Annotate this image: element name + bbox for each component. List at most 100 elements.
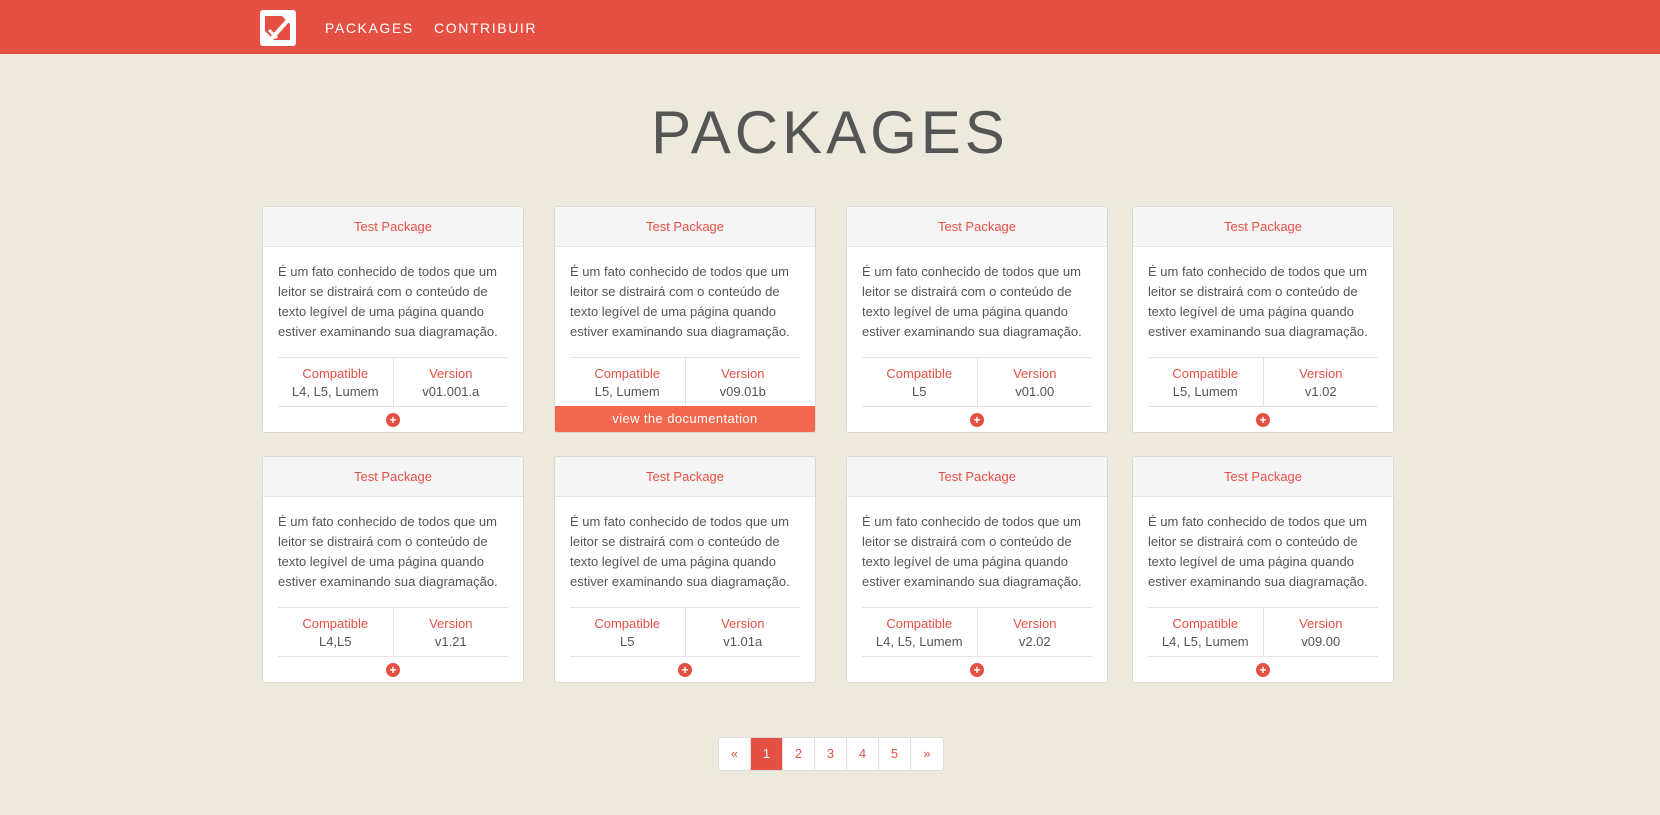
version-column: Version v1.21 [392, 608, 509, 656]
pagination-page[interactable]: 2 [783, 738, 815, 770]
compatible-value: L4, L5, Lumem [291, 384, 379, 399]
top-navbar: PACKAGES CONTRIBUIR [0, 0, 1660, 54]
compatible-label: Compatible [886, 366, 953, 381]
version-column: Version v2.02 [976, 608, 1093, 656]
compatible-column: Compatible L4, L5, Lumem [1148, 608, 1263, 656]
compatible-label: Compatible [302, 366, 369, 381]
pagination: « 1 2 3 4 5 » [718, 737, 944, 771]
expand-plus-icon[interactable]: + [970, 663, 984, 677]
package-title[interactable]: Test Package [555, 207, 815, 247]
package-meta: Compatible L5, Lumem Version v09.01b [570, 357, 800, 407]
version-value: v01.00 [1015, 384, 1055, 399]
compatible-label: Compatible [1172, 616, 1239, 631]
compatible-label: Compatible [302, 616, 369, 631]
package-card[interactable]: Test Package É um fato conhecido de todos… [554, 456, 816, 683]
pagination-page[interactable]: 3 [815, 738, 847, 770]
version-value: v01.001.a [422, 384, 480, 399]
version-value: v09.01b [719, 384, 766, 399]
version-label: Version [1013, 616, 1057, 631]
package-title[interactable]: Test Package [1133, 457, 1393, 497]
version-value: v1.01a [723, 634, 763, 649]
version-column: Version v01.001.a [392, 358, 509, 406]
version-value: v1.21 [434, 634, 467, 649]
package-card[interactable]: Test Package É um fato conhecido de todos… [262, 456, 524, 683]
package-description: É um fato conhecido de todos que um leit… [862, 514, 1082, 589]
package-title[interactable]: Test Package [1133, 207, 1393, 247]
package-card[interactable]: Test Package É um fato conhecido de todos… [262, 206, 524, 433]
expand-plus-icon[interactable]: + [386, 663, 400, 677]
package-description: É um fato conhecido de todos que um leit… [570, 514, 790, 589]
compatible-value: L5 [620, 634, 635, 649]
logo-icon[interactable] [260, 10, 296, 46]
expand-plus-icon[interactable]: + [386, 413, 400, 427]
version-column: Version v09.00 [1262, 608, 1379, 656]
compatible-column: Compatible L4, L5, Lumem [278, 358, 393, 406]
package-meta: Compatible L4, L5, Lumem Version v2.02 [862, 607, 1092, 657]
compatible-label: Compatible [886, 616, 953, 631]
version-value: v1.02 [1304, 384, 1337, 399]
pagination-page[interactable]: 5 [879, 738, 911, 770]
package-title[interactable]: Test Package [847, 207, 1107, 247]
version-label: Version [721, 366, 765, 381]
package-card[interactable]: Test Package É um fato conhecido de todos… [846, 456, 1108, 683]
package-card[interactable]: Test Package É um fato conhecido de todos… [554, 206, 816, 433]
version-label: Version [1299, 616, 1343, 631]
version-column: Version v09.01b [684, 358, 801, 406]
compatible-label: Compatible [594, 366, 661, 381]
version-column: Version v1.02 [1262, 358, 1379, 406]
pagination-page[interactable]: 4 [847, 738, 879, 770]
package-meta: Compatible L5, Lumem Version v1.02 [1148, 357, 1378, 407]
package-title[interactable]: Test Package [555, 457, 815, 497]
expand-plus-icon[interactable]: + [1256, 413, 1270, 427]
version-label: Version [429, 366, 473, 381]
package-card[interactable]: Test Package É um fato conhecido de todos… [1132, 206, 1394, 433]
page-title: PACKAGES [651, 99, 1009, 166]
version-label: Version [429, 616, 473, 631]
package-description: É um fato conhecido de todos que um leit… [278, 514, 498, 589]
package-description: É um fato conhecido de todos que um leit… [1148, 264, 1368, 339]
compatible-value: L4, L5, Lumem [875, 634, 963, 649]
version-column: Version v01.00 [976, 358, 1093, 406]
package-meta: Compatible L4,L5 Version v1.21 [278, 607, 508, 657]
pagination-next[interactable]: » [911, 738, 943, 770]
package-meta: Compatible L5 Version v01.00 [862, 357, 1092, 407]
package-description: É um fato conhecido de todos que um leit… [278, 264, 498, 339]
compatible-column: Compatible L4, L5, Lumem [862, 608, 977, 656]
pagination-prev[interactable]: « [719, 738, 751, 770]
package-card[interactable]: Test Package É um fato conhecido de todos… [1132, 456, 1394, 683]
compatible-column: Compatible L5 [862, 358, 977, 406]
expand-plus-icon[interactable]: + [1256, 663, 1270, 677]
compatible-column: Compatible L5, Lumem [570, 358, 685, 406]
compatible-value: L5, Lumem [1172, 384, 1238, 399]
expand-plus-icon[interactable]: + [678, 663, 692, 677]
version-value: v2.02 [1018, 634, 1051, 649]
package-meta: Compatible L5 Version v1.01a [570, 607, 800, 657]
version-value: v09.00 [1301, 634, 1341, 649]
compatible-value: L5, Lumem [594, 384, 660, 399]
view-documentation-button[interactable]: view the documentation [555, 406, 815, 432]
package-title[interactable]: Test Package [847, 457, 1107, 497]
nav-packages-link[interactable]: PACKAGES [325, 20, 414, 36]
package-title[interactable]: Test Package [263, 207, 523, 247]
version-label: Version [1013, 366, 1057, 381]
version-label: Version [721, 616, 765, 631]
nav-contribuir-link[interactable]: CONTRIBUIR [434, 20, 537, 36]
package-title[interactable]: Test Package [263, 457, 523, 497]
compatible-column: Compatible L5, Lumem [1148, 358, 1263, 406]
expand-plus-icon[interactable]: + [970, 413, 984, 427]
version-column: Version v1.01a [684, 608, 801, 656]
package-card[interactable]: Test Package É um fato conhecido de todos… [846, 206, 1108, 433]
package-meta: Compatible L4, L5, Lumem Version v01.001.a [278, 357, 508, 407]
version-label: Version [1299, 366, 1343, 381]
pagination-page[interactable]: 1 [751, 738, 783, 770]
package-description: É um fato conhecido de todos que um leit… [1148, 514, 1368, 589]
package-meta: Compatible L4, L5, Lumem Version v09.00 [1148, 607, 1378, 657]
compatible-label: Compatible [594, 616, 661, 631]
compatible-column: Compatible L4,L5 [278, 608, 393, 656]
compatible-value: L5 [912, 384, 927, 399]
compatible-column: Compatible L5 [570, 608, 685, 656]
package-description: É um fato conhecido de todos que um leit… [862, 264, 1082, 339]
compatible-value: L4, L5, Lumem [1161, 634, 1249, 649]
package-description: É um fato conhecido de todos que um leit… [570, 264, 790, 339]
compatible-label: Compatible [1172, 366, 1239, 381]
